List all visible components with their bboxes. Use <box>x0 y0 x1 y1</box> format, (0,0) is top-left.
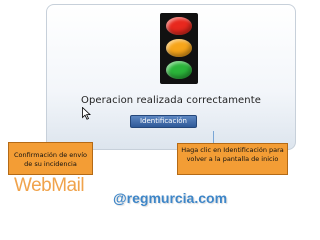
traffic-light-icon <box>160 13 198 84</box>
green-light <box>166 61 192 79</box>
callout-connector-right <box>213 131 214 143</box>
site-logo: @regmurcia.com <box>113 190 228 206</box>
mouse-pointer-icon <box>82 107 91 120</box>
callout-instruction: Haga clic en Identificación para volver … <box>177 143 288 175</box>
callout-confirmation: Confirmación de envío de su incidencia <box>8 142 93 175</box>
success-message: Operacion realizada correctamente <box>80 95 262 106</box>
identification-button[interactable]: Identificación <box>130 115 197 128</box>
webmail-logo: WebMail <box>14 175 85 196</box>
amber-light <box>166 39 192 57</box>
red-light <box>166 17 192 35</box>
